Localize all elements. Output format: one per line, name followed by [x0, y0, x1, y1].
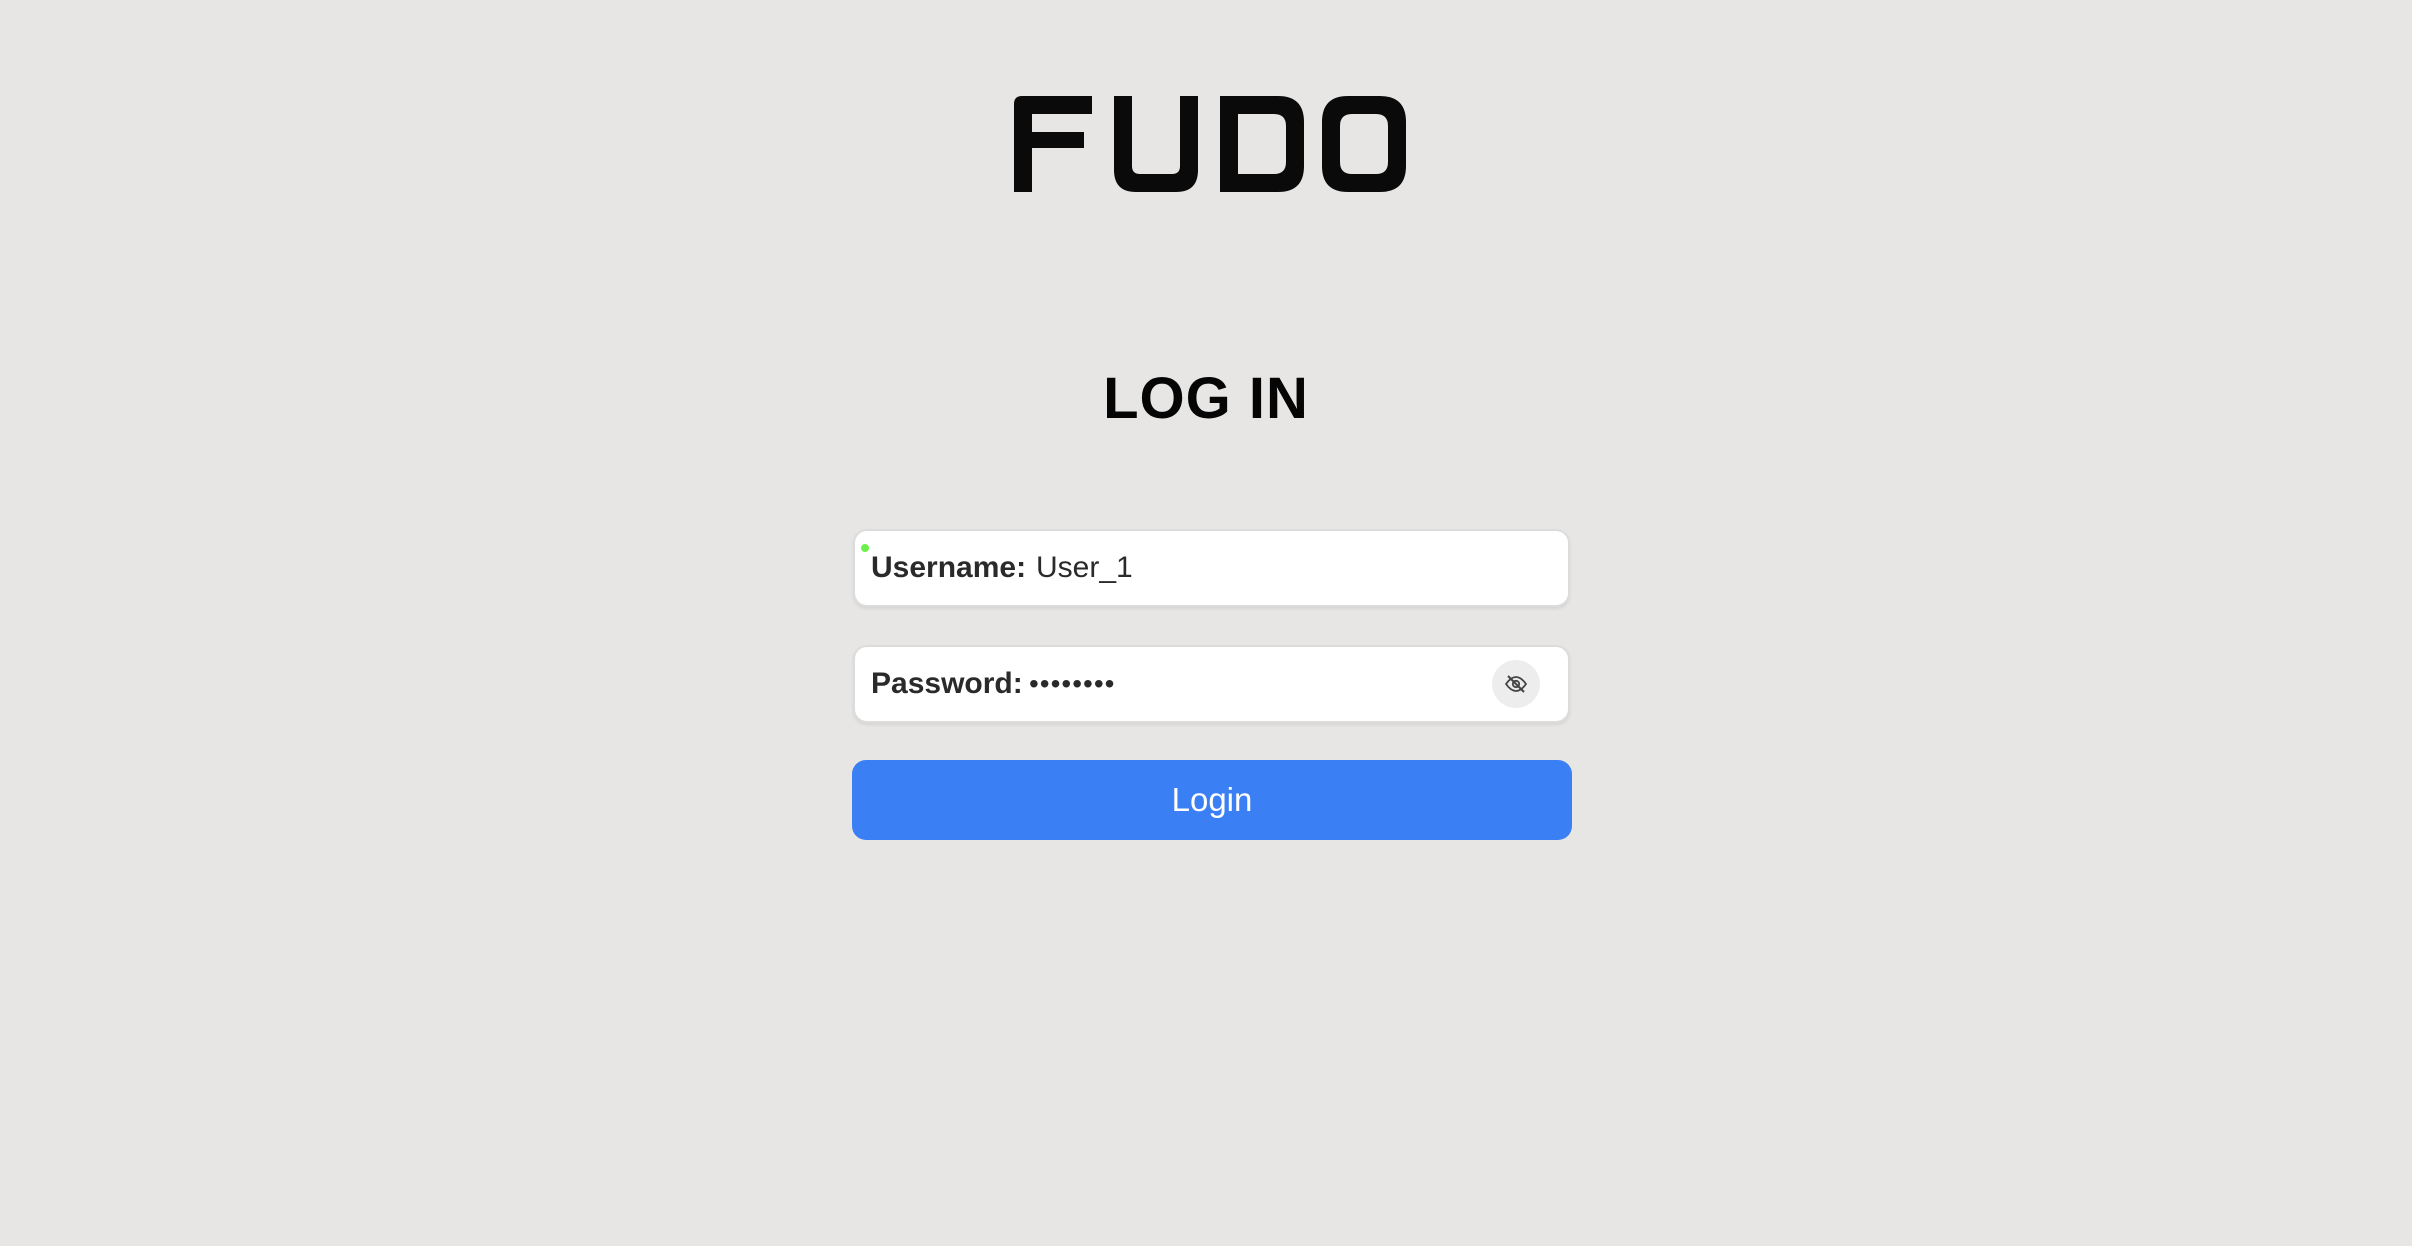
username-label: Username: — [871, 551, 1027, 584]
username-field[interactable]: Username: User_1 — [853, 529, 1570, 607]
password-label: Password: — [871, 667, 1023, 700]
toggle-password-visibility-button[interactable] — [1492, 660, 1540, 708]
focus-indicator-dot — [861, 544, 869, 552]
fudo-logo-mark — [1014, 96, 1406, 192]
password-field[interactable]: Password: •••••••• — [853, 645, 1570, 723]
eye-off-icon — [1504, 675, 1528, 693]
page-title: LOG IN — [1103, 366, 1309, 431]
username-input[interactable]: User_1 — [1036, 531, 1133, 605]
password-input[interactable]: •••••••• — [1029, 647, 1115, 721]
fudo-logo — [1010, 88, 1410, 198]
login-page: LOG IN Username: User_1 Password: ••••••… — [0, 0, 2412, 1246]
login-button[interactable]: Login — [852, 760, 1572, 840]
